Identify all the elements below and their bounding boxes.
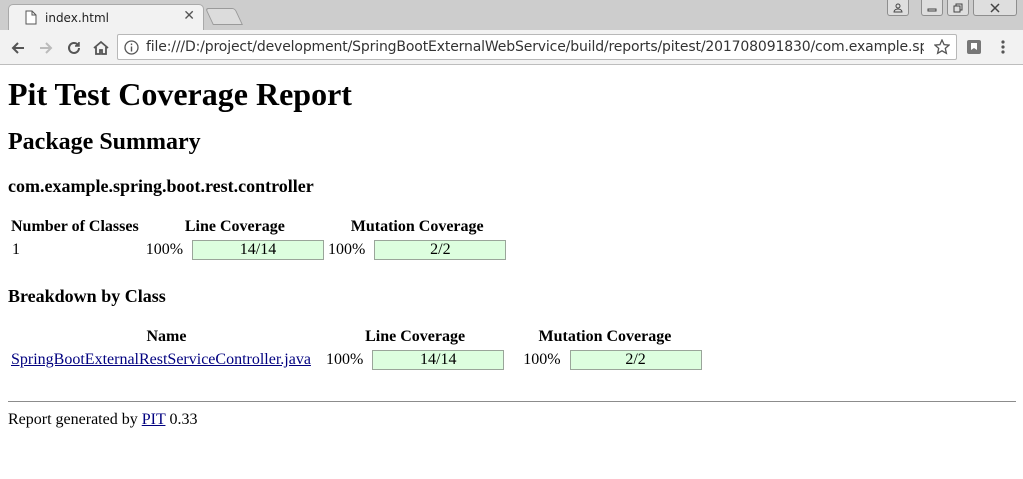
line-coverage-bar: 14/14 (372, 350, 505, 370)
browser-tab[interactable]: index.html ✕ (8, 4, 204, 31)
report-page: Pit Test Coverage Report Package Summary… (8, 66, 1016, 429)
header-mutation-coverage: Mutation Coverage (538, 328, 672, 345)
bookmark-star-icon[interactable] (933, 38, 951, 59)
line-coverage-bar: 14/14 (192, 240, 325, 260)
close-icon (990, 2, 1000, 13)
back-button[interactable] (8, 38, 28, 58)
profile-button[interactable] (887, 0, 909, 16)
header-line-coverage: Line Coverage (365, 328, 466, 345)
header-line-coverage: Line Coverage (184, 218, 285, 235)
home-button[interactable] (91, 38, 111, 58)
mutation-coverage-bar: 2/2 (374, 240, 507, 260)
class-link[interactable]: SpringBootExternalRestServiceController.… (11, 351, 311, 368)
home-icon (93, 40, 109, 55)
mutation-coverage-percent: 100% (523, 351, 561, 368)
window-controls (887, 0, 1017, 16)
header-mutation-coverage: Mutation Coverage (350, 218, 484, 235)
line-coverage-percent: 100% (325, 351, 364, 368)
footer-prefix: Report generated by (8, 411, 142, 428)
package-summary-table: Number of Classes Line Coverage Mutation… (8, 215, 509, 263)
reload-button[interactable] (64, 38, 84, 58)
pit-link[interactable]: PIT (142, 411, 166, 428)
menu-icon[interactable] (1000, 39, 1006, 60)
breakdown-heading: Breakdown by Class (8, 286, 166, 306)
arrow-left-icon (11, 42, 24, 54)
url-text: file:///D:/project/development/SpringBoo… (146, 39, 924, 55)
document-icon (25, 10, 37, 28)
restore-button[interactable] (947, 0, 969, 16)
tab-title: index.html (45, 11, 109, 25)
arrow-right-icon (40, 42, 53, 54)
divider (8, 401, 1016, 402)
header-name: Name (146, 328, 187, 345)
minimize-button[interactable] (921, 0, 943, 16)
page-title: Pit Test Coverage Report (8, 76, 352, 112)
tab-close-icon[interactable]: ✕ (183, 8, 195, 24)
breakdown-table: Name Line Coverage Mutation Coverage Spr… (8, 325, 705, 373)
forward-button[interactable] (36, 38, 56, 58)
address-bar[interactable]: file:///D:/project/development/SpringBoo… (117, 34, 957, 60)
browser-toolbar: file:///D:/project/development/SpringBoo… (0, 30, 1023, 65)
close-window-button[interactable] (973, 0, 1017, 16)
mutation-coverage-bar: 2/2 (569, 350, 702, 370)
info-icon[interactable] (124, 40, 139, 59)
minimize-icon (927, 8, 937, 11)
restore-icon (953, 3, 963, 12)
package-name: com.example.spring.boot.rest.controller (8, 176, 314, 196)
user-icon (893, 3, 903, 12)
tab-strip: index.html ✕ (0, 0, 1023, 31)
reload-icon (68, 41, 80, 54)
extension-icon[interactable] (966, 39, 982, 60)
report-footer: Report generated by PIT 0.33 (8, 411, 1016, 429)
header-number-of-classes: Number of Classes (11, 218, 139, 235)
new-tab-button[interactable] (205, 8, 243, 25)
page-subtitle: Package Summary (8, 129, 201, 155)
line-coverage-percent: 100% (145, 241, 184, 258)
mutation-coverage-percent: 100% (328, 241, 366, 258)
table-row: SpringBootExternalRestServiceController.… (10, 349, 703, 371)
summary-row: 1 100% 14/14 100% 2/2 (10, 239, 507, 261)
number-of-classes-value: 1 (12, 241, 20, 258)
footer-version: 0.33 (165, 411, 198, 428)
